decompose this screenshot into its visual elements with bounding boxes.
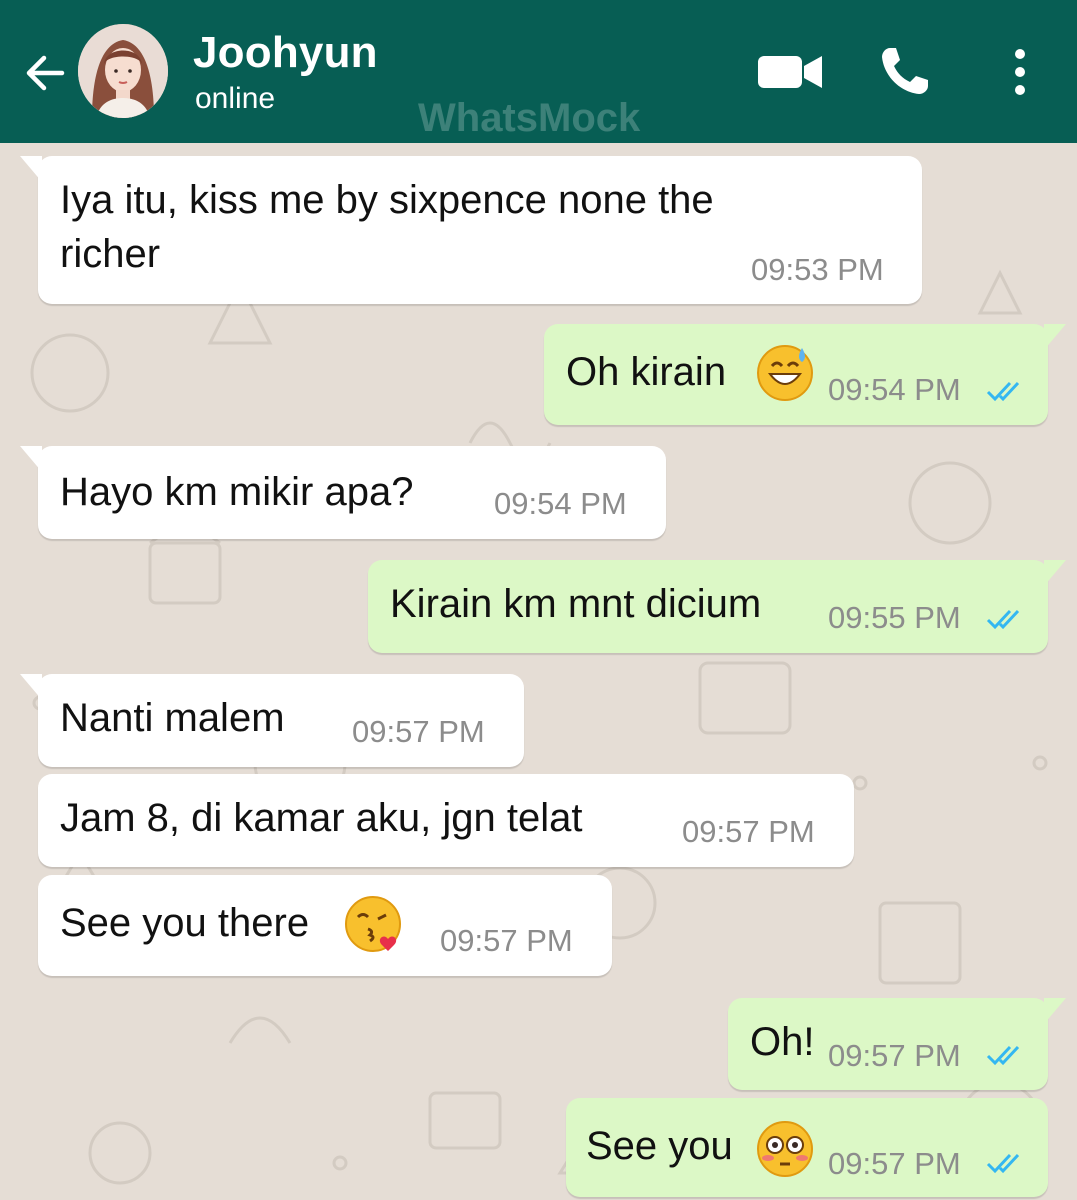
contact-status: online [195,82,276,115]
message-time: 09:57 PM [682,814,815,849]
flushed-face-emoji [757,1121,813,1177]
read-receipt-icon [986,609,1020,630]
more-options-icon[interactable] [1010,48,1030,96]
app-watermark: WhatsMock [418,96,641,140]
message-time: 09:53 PM [751,252,884,287]
message-incoming[interactable]: Hayo km mikir apa? 09:54 PM [20,446,666,539]
message-text: Oh kirain [566,350,727,394]
chat-header: Joohyun online WhatsMock [0,0,1077,143]
message-time: 09:57 PM [828,1146,961,1181]
message-text: Jam 8, di kamar aku, jgn telat [60,796,583,840]
read-receipt-icon [986,1153,1020,1174]
message-text: Iya itu, kiss me by sixpence none the [60,178,714,222]
message-incoming[interactable]: See you there 09:57 PM [38,875,612,976]
phone-icon[interactable] [878,44,932,98]
message-outgoing[interactable]: Oh kirain 09:54 PM [544,324,1066,425]
message-outgoing[interactable]: Kirain km mnt dicium 09:55 PM [368,560,1066,653]
message-incoming[interactable]: Nanti malem 09:57 PM [20,674,524,767]
message-outgoing[interactable]: See you 09:57 PM [566,1098,1048,1197]
message-text: Nanti malem [60,696,285,740]
message-time: 09:57 PM [352,714,485,749]
message-text: richer [60,232,161,276]
message-text: Oh! [750,1020,815,1064]
grinning-sweat-emoji [757,345,813,401]
message-text: See you [586,1124,733,1168]
message-outgoing[interactable]: Oh! 09:57 PM [728,998,1066,1090]
message-time: 09:57 PM [828,1038,961,1073]
video-call-icon[interactable] [758,52,824,92]
message-text: Hayo km mikir apa? [60,470,414,514]
message-text: See you there [60,901,310,945]
message-time: 09:57 PM [440,923,573,958]
message-incoming[interactable]: Iya itu, kiss me by sixpence none the ri… [20,156,922,304]
read-receipt-icon [986,1045,1020,1066]
contact-avatar[interactable] [78,24,168,118]
message-time: 09:54 PM [494,486,627,521]
read-receipt-icon [986,381,1020,402]
message-time: 09:54 PM [828,372,961,407]
message-incoming[interactable]: Jam 8, di kamar aku, jgn telat 09:57 PM [38,774,854,867]
message-time: 09:55 PM [828,600,961,635]
contact-name[interactable]: Joohyun [193,28,378,78]
face-blowing-kiss-emoji [345,896,401,952]
message-text: Kirain km mnt dicium [390,582,762,626]
back-arrow-icon[interactable] [22,50,68,96]
